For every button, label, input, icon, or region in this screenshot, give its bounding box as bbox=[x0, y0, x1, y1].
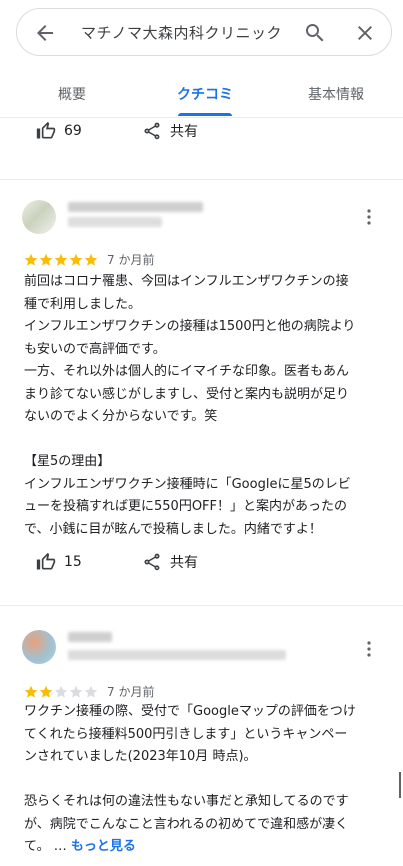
star-filled-icon bbox=[39, 253, 53, 266]
reviewer-name-blurred[interactable] bbox=[68, 202, 203, 212]
star-filled-icon bbox=[24, 253, 38, 266]
like-button[interactable]: 15 bbox=[36, 552, 82, 572]
star-filled-icon bbox=[69, 253, 83, 266]
review-text: 前回はコロナ罹患、今回はインフルエンザワクチンの接 種で利用しました。 インフル… bbox=[24, 274, 356, 537]
star-empty-icon bbox=[69, 685, 83, 698]
more-vert-icon[interactable] bbox=[362, 208, 376, 226]
thumb-up-icon bbox=[36, 552, 56, 570]
review-time: 7 か月前 bbox=[107, 253, 155, 267]
review-time: 7 か月前 bbox=[107, 685, 155, 699]
previous-review-actions: 69 共有 bbox=[0, 118, 403, 148]
star-empty-icon bbox=[54, 685, 68, 698]
review-card: 7 か月前 ワクチン接種の際、受付で「Googleマップの評価をつけ てくれたら… bbox=[0, 606, 403, 866]
tab-about[interactable]: 基本情報 bbox=[308, 84, 364, 104]
like-count: 69 bbox=[64, 123, 82, 139]
share-button[interactable]: 共有 bbox=[142, 121, 198, 141]
review-text-body: ワクチン接種の際、受付で「Googleマップの評価をつけ てくれたら接種料500… bbox=[24, 704, 356, 854]
close-icon[interactable] bbox=[353, 21, 377, 45]
tab-reviews[interactable]: クチコミ bbox=[177, 84, 233, 104]
reviewer-info-blurred bbox=[68, 650, 286, 660]
search-bar[interactable]: マチノマ大森内科クリニック bbox=[16, 8, 392, 56]
star-filled-icon bbox=[39, 685, 53, 698]
share-icon bbox=[144, 122, 160, 140]
reviewer-info-blurred bbox=[68, 217, 162, 227]
tab-overview[interactable]: 概要 bbox=[58, 84, 86, 104]
like-count: 15 bbox=[64, 554, 82, 570]
more-link[interactable]: もっと見る bbox=[71, 839, 136, 854]
star-rating: 7 か月前 bbox=[24, 251, 154, 268]
star-rating: 7 か月前 bbox=[24, 683, 154, 700]
more-vert-icon[interactable] bbox=[362, 640, 376, 658]
like-button[interactable]: 69 bbox=[36, 121, 82, 141]
review-text: ワクチン接種の際、受付で「Googleマップの評価をつけ てくれたら接種料500… bbox=[24, 701, 384, 859]
back-arrow-icon[interactable] bbox=[33, 21, 57, 45]
star-filled-icon bbox=[84, 253, 98, 266]
thumb-up-icon bbox=[36, 121, 56, 139]
star-empty-icon bbox=[84, 685, 98, 698]
share-button[interactable]: 共有 bbox=[142, 552, 198, 572]
avatar[interactable] bbox=[22, 630, 56, 664]
share-label: 共有 bbox=[170, 124, 198, 140]
tab-bar: 概要 クチコミ 基本情報 bbox=[0, 72, 403, 118]
reviewer-name-blurred[interactable] bbox=[68, 632, 112, 642]
star-filled-icon bbox=[54, 253, 68, 266]
review-card: 7 か月前 前回はコロナ罹患、今回はインフルエンザワクチンの接 種で利用しました… bbox=[0, 180, 403, 605]
scrollbar-thumb[interactable] bbox=[399, 772, 401, 798]
active-tab-indicator bbox=[178, 113, 232, 116]
share-icon bbox=[144, 553, 160, 571]
search-query[interactable]: マチノマ大森内科クリニック bbox=[81, 22, 282, 43]
share-label: 共有 bbox=[170, 555, 198, 571]
search-icon[interactable] bbox=[303, 21, 327, 45]
star-filled-icon bbox=[24, 685, 38, 698]
avatar[interactable] bbox=[22, 200, 56, 234]
